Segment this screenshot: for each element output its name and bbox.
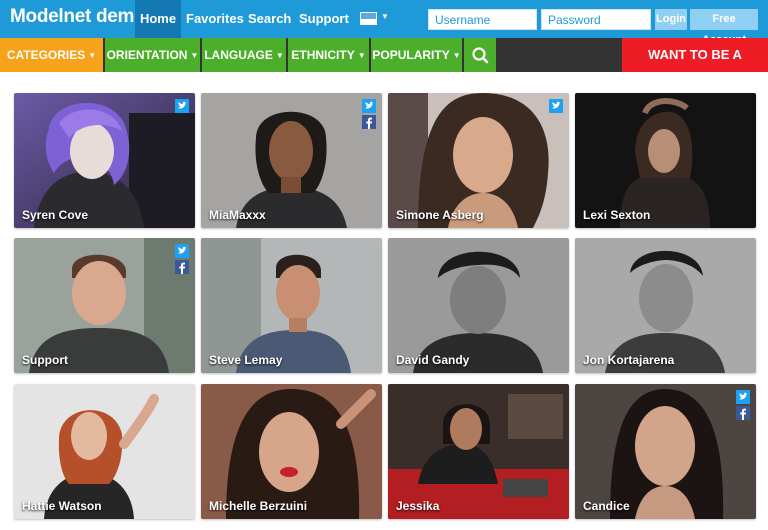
login-button[interactable]: Login [655, 9, 687, 30]
model-card[interactable]: Steve Lemay [201, 238, 382, 373]
model-card[interactable]: Jessika [388, 384, 569, 519]
twitter-icon[interactable] [175, 244, 189, 258]
free-account-button[interactable]: Free Account [690, 9, 758, 46]
chevron-down-icon: ▼ [88, 51, 97, 60]
model-card[interactable]: David Gandy [388, 238, 569, 373]
twitter-icon[interactable] [175, 99, 189, 113]
nav-favorites[interactable]: Favorites [186, 0, 244, 38]
language-label: LANGUAGE [204, 48, 273, 62]
model-name: Support [22, 353, 68, 367]
username-input[interactable] [428, 9, 537, 30]
model-card[interactable]: MiaMaxxx [201, 93, 382, 228]
twitter-icon[interactable] [362, 99, 376, 113]
facebook-icon[interactable] [175, 260, 189, 274]
popularity-label: POPULARITY [372, 48, 450, 62]
password-input[interactable] [541, 9, 651, 30]
model-card[interactable]: Simone Asberg [388, 93, 569, 228]
model-card[interactable]: Lexi Sexton [575, 93, 756, 228]
search-icon [472, 47, 489, 64]
orientation-label: ORIENTATION [106, 48, 188, 62]
ethnicity-label: ETHNICITY [291, 48, 355, 62]
ethnicity-dropdown[interactable]: ETHNICITY ▼ [288, 38, 369, 72]
model-card[interactable]: Support [14, 238, 195, 373]
model-name: Candice [583, 499, 630, 513]
language-dropdown[interactable]: LANGUAGE ▼ [202, 38, 286, 72]
model-name: MiaMaxxx [209, 208, 266, 222]
facebook-icon[interactable] [736, 406, 750, 420]
twitter-icon[interactable] [736, 390, 750, 404]
brand-logo[interactable]: Modelnet demo [10, 6, 146, 28]
twitter-icon[interactable] [549, 99, 563, 113]
model-name: Jessika [396, 499, 440, 513]
nav-support[interactable]: Support [299, 0, 349, 38]
flag-icon[interactable] [360, 12, 377, 25]
model-name: Hattie Watson [22, 499, 102, 513]
categories-label: CATEGORIES [6, 48, 86, 62]
facebook-icon[interactable] [362, 115, 376, 129]
nav-home[interactable]: Home [135, 0, 181, 38]
language-caret-icon[interactable]: ▼ [381, 12, 389, 21]
model-card[interactable]: Jon Kortajarena [575, 238, 756, 373]
categories-dropdown[interactable]: CATEGORIES ▼ [0, 38, 103, 72]
model-card[interactable]: Hattie Watson [14, 384, 195, 519]
chevron-down-icon: ▼ [275, 51, 284, 60]
chevron-down-icon: ▼ [357, 51, 366, 60]
popularity-dropdown[interactable]: POPULARITY ▼ [371, 38, 462, 72]
become-model-button[interactable]: WANT TO BE A MODEL? [622, 38, 768, 96]
model-card[interactable]: Michelle Berzuini [201, 384, 382, 519]
nav-search[interactable]: Search [248, 0, 291, 38]
model-name: Michelle Berzuini [209, 499, 308, 513]
model-name: Steve Lemay [209, 353, 283, 367]
model-card[interactable]: Syren Cove [14, 93, 195, 228]
orientation-dropdown[interactable]: ORIENTATION ▼ [105, 38, 200, 72]
top-navbar: Modelnet demo Home Favorites Search Supp… [0, 0, 768, 46]
model-card[interactable]: Candice [575, 384, 756, 519]
model-name: David Gandy [396, 353, 470, 367]
model-name: Lexi Sexton [583, 208, 651, 222]
model-name: Simone Asberg [396, 208, 484, 222]
chevron-down-icon: ▼ [190, 51, 199, 60]
model-name: Jon Kortajarena [583, 353, 675, 367]
filter-bar: CATEGORIES ▼ ORIENTATION ▼ LANGUAGE ▼ ETHNI… [0, 38, 768, 96]
model-name: Syren Cove [22, 208, 89, 222]
search-button[interactable] [464, 38, 496, 72]
chevron-down-icon: ▼ [452, 51, 461, 60]
